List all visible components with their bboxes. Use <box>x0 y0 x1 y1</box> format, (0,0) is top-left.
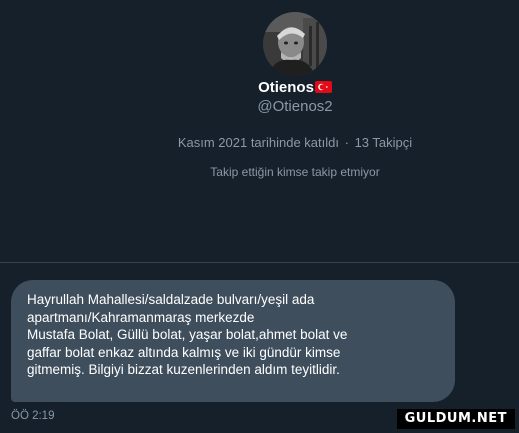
display-name-row[interactable]: Otienos <box>0 79 519 96</box>
message-line: Mustafa Bolat, Güllü bolat, yaşar bolat,… <box>27 327 348 342</box>
message-line: apartmanı/Kahramanmaraş merkezde <box>27 309 255 325</box>
mutual-followers-note: Takip ettiğin kimse takip etmiyor <box>210 165 380 179</box>
followers-count[interactable]: 13 Takipçi <box>355 135 413 150</box>
turkey-flag-icon <box>314 80 332 93</box>
avatar[interactable] <box>263 12 327 76</box>
avatar-image <box>263 12 327 76</box>
message-line: gitmemiş. Bilgiyi bizzat kuzenlerinden a… <box>27 362 340 377</box>
divider <box>0 262 519 263</box>
dm-conversation-view: Otienos @Otienos2 Kasım 2021 tarihinde k… <box>0 0 519 433</box>
watermark: GULDUM.NET <box>396 409 515 429</box>
display-name[interactable]: Otienos <box>258 79 314 96</box>
profile-handle[interactable]: @Otienos2 <box>0 98 519 115</box>
message-timestamp: ÖÖ 2:19 <box>11 410 55 422</box>
message-line: Hayrullah Mahallesi/saldalzade bulvarı/y… <box>27 292 315 307</box>
profile-meta: Kasım 2021 tarihinde katıldı · 13 Takipç… <box>0 135 519 150</box>
joined-date: Kasım 2021 tarihinde katıldı <box>177 135 339 150</box>
message-bubble[interactable]: Hayrullah Mahallesi/saldalzade bulvarı/y… <box>11 280 455 402</box>
message-line: gaffar bolat enkaz altında kalmış ve iki… <box>27 344 341 360</box>
meta-separator: · <box>344 135 349 150</box>
